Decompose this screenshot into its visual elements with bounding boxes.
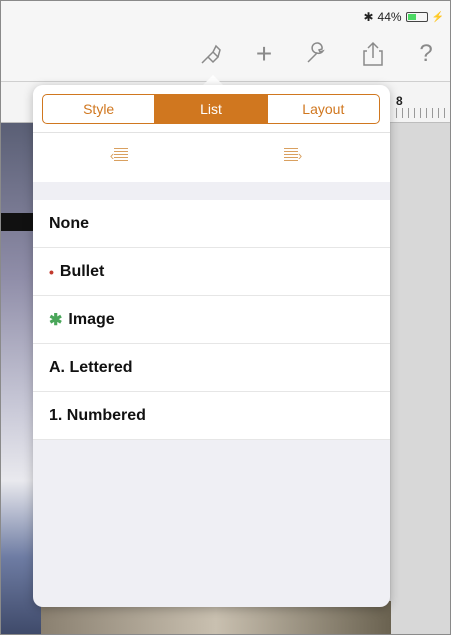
tab-list[interactable]: List: [154, 95, 267, 123]
share-icon[interactable]: [358, 39, 388, 69]
toolbar: + ?: [1, 31, 450, 82]
lines-icon: [283, 148, 298, 162]
list-item-label: A. Lettered: [49, 358, 133, 376]
list-item-image[interactable]: ✱ Image: [33, 296, 390, 344]
list-item-lettered[interactable]: A. Lettered: [33, 344, 390, 392]
tab-layout[interactable]: Layout: [266, 95, 379, 123]
format-popover: Style List Layout ‹ › None • Bullet ✱ Im…: [33, 85, 390, 607]
bullet-marker-icon: •: [49, 263, 54, 280]
list-item-label: Bullet: [59, 262, 105, 280]
bluetooth-icon: ✱: [363, 10, 374, 24]
list-item-bullet[interactable]: • Bullet: [33, 248, 390, 296]
paintbrush-icon[interactable]: [196, 39, 226, 69]
decrease-indent-button[interactable]: ‹: [104, 142, 134, 168]
popover-header: Style List Layout ‹ ›: [33, 85, 390, 182]
charging-icon: ⚡: [431, 11, 444, 23]
indent-controls: ‹ ›: [33, 132, 390, 179]
list-item-numbered[interactable]: 1. Numbered: [33, 392, 390, 440]
status-indicators: ✱ 44% ⚡: [363, 10, 444, 24]
list-item-label: None: [49, 214, 89, 232]
list-item-label: 1. Numbered: [49, 406, 146, 424]
battery-icon: [405, 12, 428, 22]
lines-icon: [114, 148, 129, 162]
wrench-icon[interactable]: [301, 39, 331, 69]
battery-fill: [407, 14, 417, 20]
ruler-number: 8: [396, 94, 403, 108]
list-style-list: None • Bullet ✱ Image A. Lettered 1. Num…: [33, 200, 390, 440]
image-marker-icon: ✱: [49, 311, 63, 329]
app-window: ✱ 44% ⚡ + ? 8 Style List Layout ‹ › None…: [0, 0, 451, 635]
help-icon[interactable]: ?: [411, 39, 441, 69]
ruler-ticks: [396, 108, 450, 118]
battery-percent: 44%: [377, 10, 402, 24]
tab-style[interactable]: Style: [43, 95, 154, 123]
list-item-label: Image: [68, 310, 115, 328]
format-tabs: Style List Layout: [42, 94, 380, 124]
status-bar: ✱ 44% ⚡: [1, 1, 450, 31]
list-item-none[interactable]: None: [33, 200, 390, 248]
chevron-right-icon: ›: [297, 147, 303, 163]
add-icon[interactable]: +: [249, 38, 279, 69]
increase-indent-button[interactable]: ›: [278, 142, 308, 168]
document-page-area: [391, 123, 450, 634]
